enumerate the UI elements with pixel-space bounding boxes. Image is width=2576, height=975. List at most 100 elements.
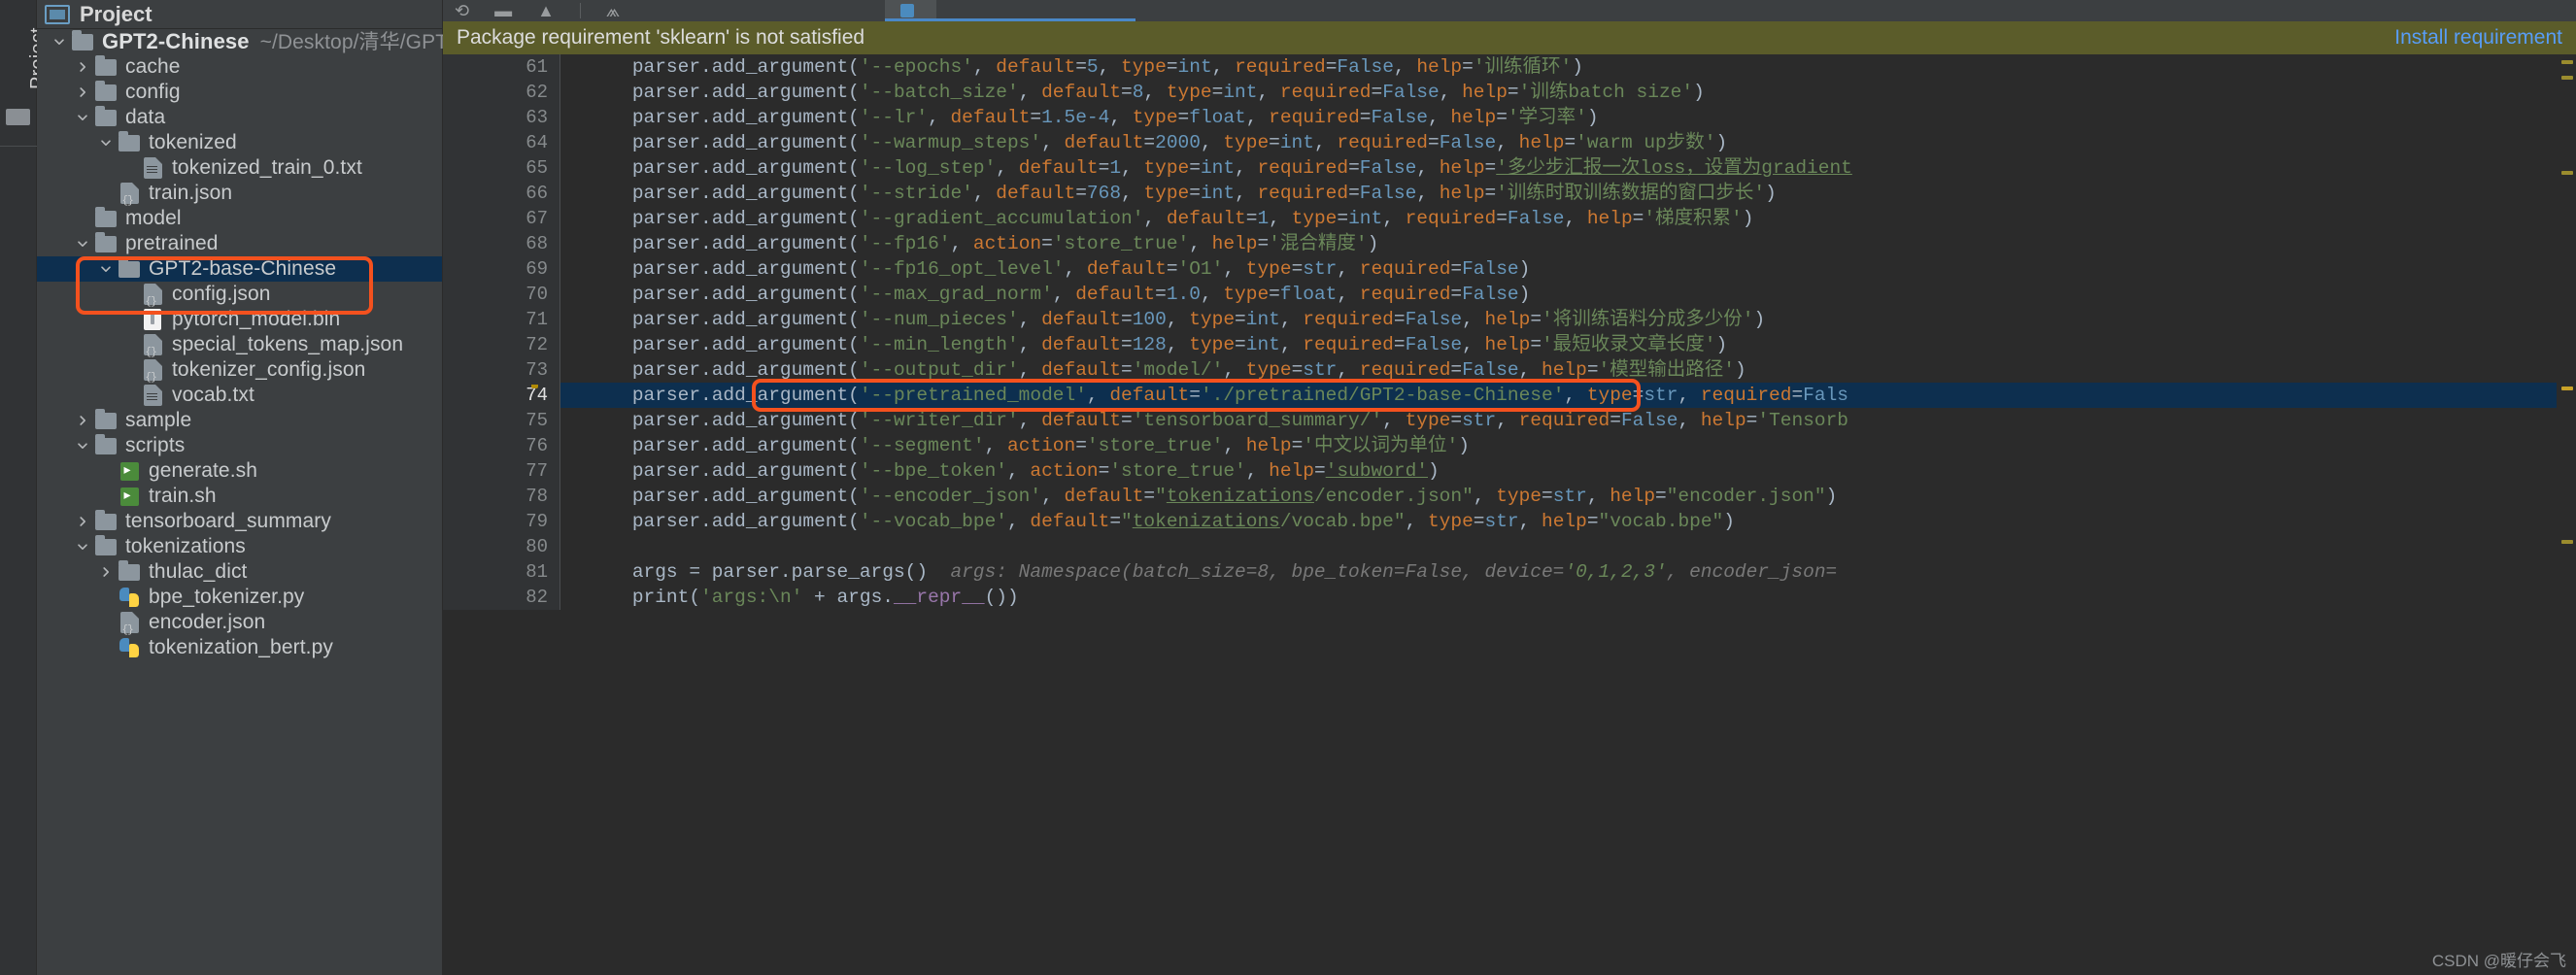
code-line[interactable]: 69 parser.add_argument('--fp16_opt_level… [443,256,2576,282]
install-requirement-link[interactable]: Install requirement [2394,26,2562,50]
line-gutter[interactable]: 64 [443,130,559,155]
line-gutter[interactable]: 69 [443,256,559,282]
warning-marker[interactable] [2561,171,2573,175]
line-gutter[interactable]: 76 [443,433,559,458]
line-gutter[interactable]: 81 [443,559,559,585]
warning-marker[interactable] [2561,540,2573,544]
code-line[interactable]: 65 parser.add_argument('--log_step', def… [443,155,2576,181]
tree-item-tokenized[interactable]: tokenized [37,130,442,155]
warning-marker[interactable] [2561,387,2573,390]
tree-item-train_json[interactable]: train.json [37,181,442,207]
tree-item-config_json[interactable]: config.json [37,282,442,308]
code-line[interactable]: 61 parser.add_argument('--epochs', defau… [443,54,2576,80]
code-line[interactable]: 81 args = parser.parse_args() args: Name… [443,559,2576,585]
line-gutter[interactable]: 71 [443,307,559,332]
code-line[interactable]: 79 parser.add_argument('--vocab_bpe', de… [443,509,2576,534]
chevron-right-icon[interactable] [72,60,93,74]
chevron-right-icon[interactable] [72,85,93,99]
code-line[interactable]: 63 parser.add_argument('--lr', default=1… [443,105,2576,130]
code-line[interactable]: 67 parser.add_argument('--gradient_accum… [443,206,2576,231]
line-gutter[interactable]: 82 [443,585,559,610]
line-gutter[interactable]: 74 [443,383,559,408]
line-gutter[interactable]: 67 [443,206,559,231]
line-gutter[interactable]: 65 [443,155,559,181]
line-number: 77 [525,460,548,482]
tree-item-label: model [125,207,182,229]
code-line[interactable]: 68 parser.add_argument('--fp16', action=… [443,231,2576,256]
tree-item-sample[interactable]: sample [37,408,442,433]
line-gutter[interactable]: 62 [443,80,559,105]
chevron-down-icon[interactable] [95,262,117,276]
warning-marker[interactable] [2561,60,2573,64]
line-gutter[interactable]: 66 [443,181,559,206]
tree-item-root[interactable]: GPT2-Chinese ~/Desktop/清华/GPT2-Chinese [37,29,542,54]
tree-item-encoder_json[interactable]: encoder.json [37,610,442,636]
tree-item-label: bpe_tokenizer.py [149,586,305,608]
tree-item-tensorboard[interactable]: tensorboard_summary [37,509,442,534]
code-line[interactable]: 82 print('args:\n' + args.__repr__()) [443,585,2576,610]
chevron-down-icon[interactable] [95,136,117,150]
line-gutter[interactable]: 77 [443,458,559,484]
project-panel: Project GPT2-Chinese ~/Desktop/清华/GPT2-Ch… [37,0,542,975]
project-file-tree[interactable]: GPT2-Chinese ~/Desktop/清华/GPT2-Chinese cac… [37,29,542,660]
line-gutter[interactable]: 63 [443,105,559,130]
line-gutter[interactable]: 79 [443,509,559,534]
code-line[interactable]: 66 parser.add_argument('--stride', defau… [443,181,2576,206]
tree-item-train_sh[interactable]: train.sh [37,484,442,509]
line-gutter[interactable]: 68 [443,231,559,256]
code-line[interactable]: 78 parser.add_argument('--encoder_json',… [443,484,2576,509]
tree-item-cache[interactable]: cache [37,54,442,80]
chevron-down-icon[interactable] [72,439,93,453]
tree-item-tokenizer_cfg[interactable]: tokenizer_config.json [37,357,442,384]
line-gutter[interactable]: 80 [443,534,559,559]
code-line[interactable]: 64 parser.add_argument('--warmup_steps',… [443,130,2576,155]
structure-tool-icon[interactable] [6,109,30,125]
warning-marker[interactable] [2561,76,2573,80]
tree-item-config[interactable]: config [37,80,442,105]
chevron-down-icon[interactable] [72,111,93,124]
tree-item-bpe_tokenizer[interactable]: bpe_tokenizer.py [37,585,442,610]
chevron-down-icon[interactable] [72,540,93,554]
code-line[interactable]: 71 parser.add_argument('--num_pieces', d… [443,307,2576,332]
line-gutter[interactable]: 73 [443,357,559,383]
chevron-right-icon[interactable] [72,515,93,528]
left-tool-strip: Project [0,0,49,975]
tree-item-model[interactable]: model [37,206,442,231]
tree-item-thulac_dict[interactable]: thulac_dict [37,559,442,585]
code-line[interactable]: 75 parser.add_argument('--writer_dir', d… [443,408,2576,433]
code-line-text: parser.add_argument('--log_step', defaul… [631,157,1852,179]
code-line[interactable]: 70 parser.add_argument('--max_grad_norm'… [443,282,2576,307]
tree-item-vocab_txt[interactable]: vocab.txt [37,383,442,408]
chevron-right-icon[interactable] [72,414,93,427]
tree-item-tokenizations[interactable]: tokenizations [37,534,442,559]
code-line[interactable]: 72 parser.add_argument('--min_length', d… [443,332,2576,357]
tree-item-data[interactable]: data [37,105,442,130]
code-line[interactable]: 73 parser.add_argument('--output_dir', d… [443,357,2576,383]
tree-item-special_tokens[interactable]: special_tokens_map.json [37,332,442,358]
chevron-down-icon[interactable] [72,237,93,251]
editor-marker-column[interactable] [2557,54,2576,975]
tree-item-icon [117,183,142,207]
code-line[interactable]: 80 [443,534,2576,559]
tree-item-scripts[interactable]: scripts [37,433,442,458]
chevron-down-icon[interactable] [49,35,70,49]
tree-item-pytorch_model[interactable]: pytorch_model.bin [37,307,442,332]
intention-bulb-icon[interactable] [526,386,546,405]
code-line[interactable]: 62 parser.add_argument('--batch_size', d… [443,80,2576,105]
tree-item-tokenization_bert[interactable]: tokenization_bert.py [37,635,442,660]
tree-item-pretrained[interactable]: pretrained [37,231,442,256]
tree-item-generate_sh[interactable]: generate.sh [37,458,442,484]
chevron-right-icon[interactable] [95,565,117,579]
line-gutter[interactable]: 72 [443,332,559,357]
line-gutter[interactable]: 70 [443,282,559,307]
code-line[interactable]: 76 parser.add_argument('--segment', acti… [443,433,2576,458]
editor-tab-bar[interactable] [443,0,936,21]
tree-item-tokenized_train[interactable]: tokenized_train_0.txt [37,155,442,181]
line-gutter[interactable]: 78 [443,484,559,509]
line-gutter[interactable]: 75 [443,408,559,433]
code-line[interactable]: 77 parser.add_argument('--bpe_token', ac… [443,458,2576,484]
code-editor[interactable]: 61 parser.add_argument('--epochs', defau… [443,54,2576,975]
line-gutter[interactable]: 61 [443,54,559,80]
code-line-current[interactable]: 74 parser.add_argument('--pretrained_mod… [443,383,2576,408]
tree-item-gpt2base[interactable]: GPT2-base-Chinese [37,256,442,282]
